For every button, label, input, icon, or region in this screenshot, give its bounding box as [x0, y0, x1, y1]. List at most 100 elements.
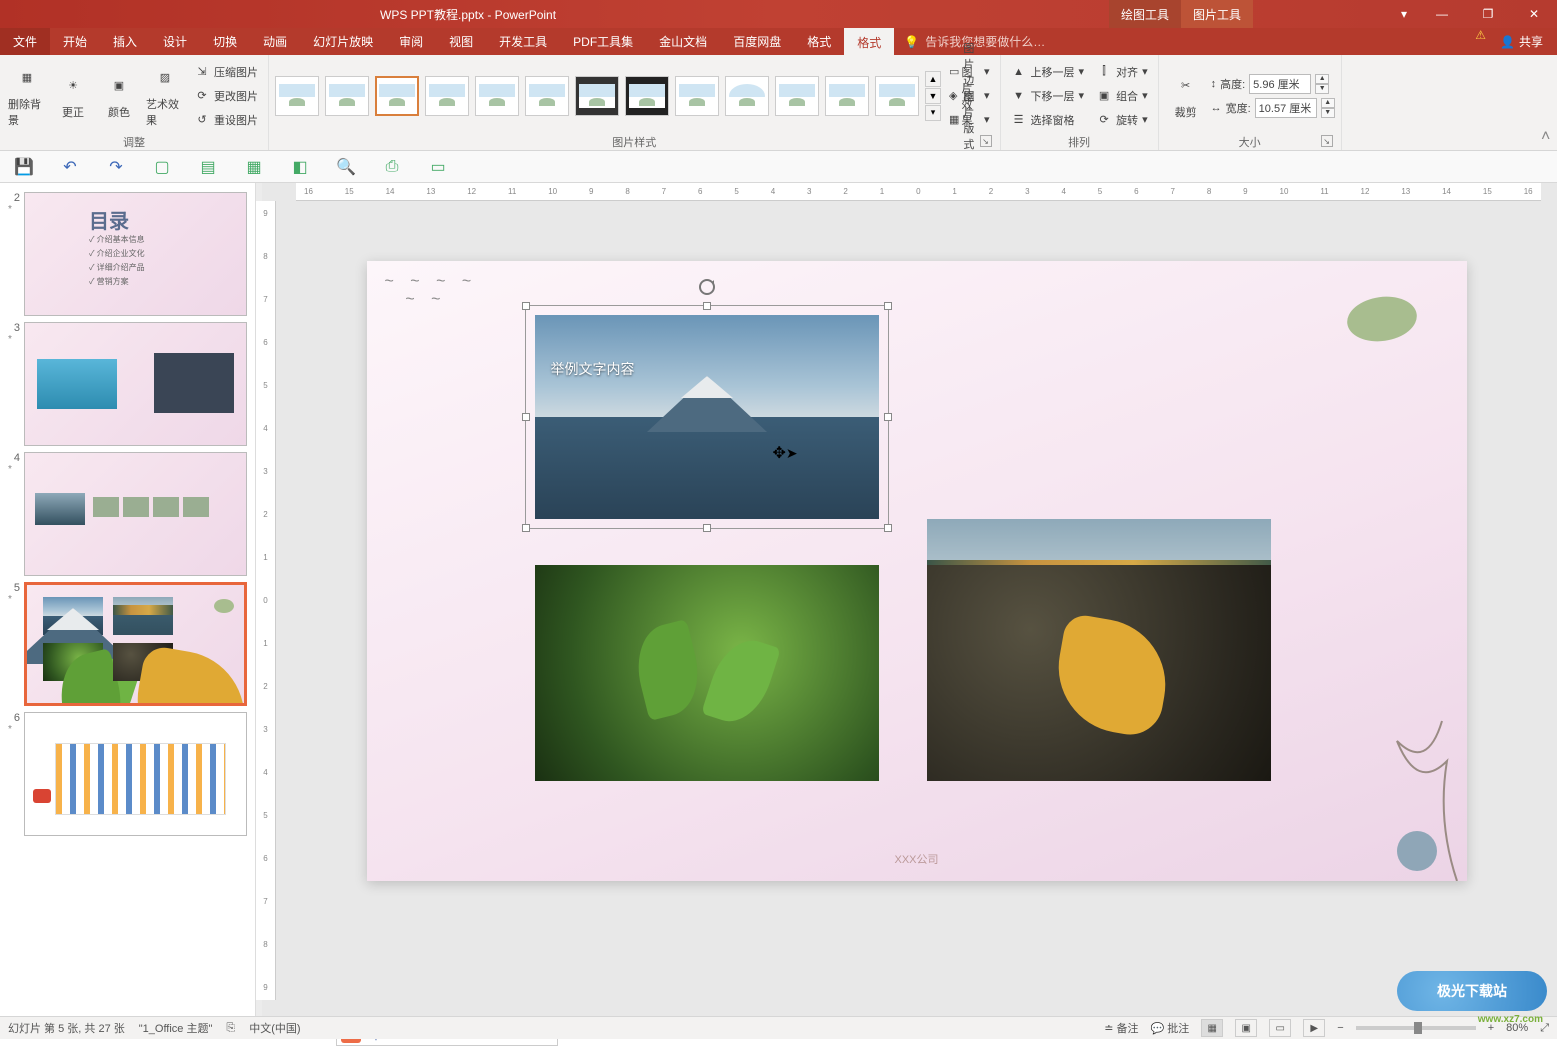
bring-forward-button[interactable]: ▲上移一层▾: [1007, 61, 1089, 83]
collapse-ribbon-button[interactable]: ˄: [1537, 55, 1557, 150]
slide-thumb-2[interactable]: 2* 目录 ✓ 介绍基本信息✓ 介绍企业文化✓ 详细介绍产品✓ 营销方案: [0, 189, 255, 319]
color-button[interactable]: ▣颜色: [98, 68, 140, 124]
rotate-handle[interactable]: [698, 278, 716, 296]
close-button[interactable]: ✕: [1511, 0, 1557, 28]
tab-review[interactable]: 审阅: [386, 28, 436, 55]
slide-thumb-6[interactable]: 6*: [0, 709, 255, 839]
change-picture-button[interactable]: ⟳更改图片: [190, 85, 262, 107]
share-button[interactable]: 👤 共享: [1486, 28, 1557, 55]
picture-layout-button[interactable]: ▦图片版式▾: [945, 109, 994, 131]
send-backward-button[interactable]: ▼下移一层▾: [1007, 85, 1089, 107]
qat-btn-5[interactable]: ▤: [198, 157, 218, 177]
window-controls: ▾ — ❐ ✕: [1389, 0, 1557, 28]
normal-view-button[interactable]: ▦: [1201, 1019, 1223, 1037]
reading-view-button[interactable]: ▭: [1269, 1019, 1291, 1037]
style-item-5[interactable]: [475, 76, 519, 116]
style-item-6[interactable]: [525, 76, 569, 116]
contextual-tabs: 绘图工具 图片工具: [1109, 0, 1253, 28]
tab-jinshan-docs[interactable]: 金山文档: [646, 28, 720, 55]
picture-fuji[interactable]: 举例文字内容 ✥➤: [535, 315, 879, 519]
zoom-out-button[interactable]: −: [1337, 1022, 1343, 1034]
group-adjust: ▦删除背景 ☀更正 ▣颜色 ▨艺术效果 ⇲压缩图片 ⟳更改图片 ↺重设图片 调整: [0, 55, 269, 150]
sorter-view-button[interactable]: ▣: [1235, 1019, 1257, 1037]
remove-background-button[interactable]: ▦删除背景: [6, 60, 48, 132]
tab-developer[interactable]: 开发工具: [486, 28, 560, 55]
qat-btn-10[interactable]: ▭: [428, 157, 448, 177]
corrections-button[interactable]: ☀更正: [52, 68, 94, 124]
tab-pdf-tools[interactable]: PDF工具集: [560, 28, 646, 55]
minimize-button[interactable]: —: [1419, 0, 1465, 28]
notes-button[interactable]: ≐ 备注: [1104, 1020, 1138, 1036]
canvas-viewport[interactable]: ~ ~ ~ ~ ~ ~ 举例文字内容 ✥➤: [276, 201, 1557, 1016]
watermark: 极光下载站 www.xz7.com: [1397, 971, 1547, 1011]
slideshow-view-button[interactable]: ▶: [1303, 1019, 1325, 1037]
style-item-4[interactable]: [425, 76, 469, 116]
restore-button[interactable]: ❐: [1465, 0, 1511, 28]
tab-design[interactable]: 设计: [150, 28, 200, 55]
style-item-12[interactable]: [825, 76, 869, 116]
style-item-3[interactable]: [375, 76, 419, 116]
qat-btn-8[interactable]: 🔍: [336, 157, 356, 177]
selection-pane-button[interactable]: ☰选择窗格: [1007, 109, 1089, 131]
tab-home[interactable]: 开始: [50, 28, 100, 55]
group-button[interactable]: ▣组合▾: [1092, 85, 1152, 107]
tab-animations[interactable]: 动画: [250, 28, 300, 55]
qat-btn-4[interactable]: ▢: [152, 157, 172, 177]
person-icon: 👤: [1500, 35, 1515, 49]
rotate-button[interactable]: ⟳旋转▾: [1092, 109, 1152, 131]
style-item-1[interactable]: [275, 76, 319, 116]
ribbon-tabs: 文件 开始 插入 设计 切换 动画 幻灯片放映 审阅 视图 开发工具 PDF工具…: [0, 28, 1557, 55]
picture-maple-leaf[interactable]: [927, 565, 1271, 781]
artistic-effects-button[interactable]: ▨艺术效果: [144, 60, 186, 132]
picture-green-leaves[interactable]: [535, 565, 879, 781]
width-field[interactable]: ↔宽度:10.57 厘米▲▼: [1211, 97, 1335, 119]
styles-dialog-launcher[interactable]: ↘: [980, 135, 992, 147]
height-field[interactable]: ↕高度:5.96 厘米▲▼: [1211, 73, 1335, 95]
save-button[interactable]: 💾: [14, 157, 34, 177]
tab-format-drawing[interactable]: 格式: [794, 28, 844, 55]
ribbon-options-button[interactable]: ▾: [1389, 0, 1419, 28]
ctx-tab-drawing-tools[interactable]: 绘图工具: [1109, 0, 1181, 28]
ctx-tab-picture-tools[interactable]: 图片工具: [1181, 0, 1253, 28]
qat-btn-9[interactable]: ⎙: [382, 157, 402, 177]
tab-slideshow[interactable]: 幻灯片放映: [300, 28, 386, 55]
style-item-7[interactable]: [575, 76, 619, 116]
slide-canvas[interactable]: ~ ~ ~ ~ ~ ~ 举例文字内容 ✥➤: [367, 261, 1467, 881]
slide-thumbnail-panel[interactable]: 2* 目录 ✓ 介绍基本信息✓ 介绍企业文化✓ 详细介绍产品✓ 营销方案 3* …: [0, 183, 256, 1016]
slide-thumb-4[interactable]: 4*: [0, 449, 255, 579]
tab-insert[interactable]: 插入: [100, 28, 150, 55]
redo-button[interactable]: ↷: [106, 157, 126, 177]
style-item-11[interactable]: [775, 76, 819, 116]
qat-btn-6[interactable]: ▦: [244, 157, 264, 177]
picture-styles-gallery[interactable]: ▲▼▾: [275, 71, 941, 121]
style-item-9[interactable]: [675, 76, 719, 116]
crop-button[interactable]: ✂裁剪: [1165, 68, 1207, 124]
horizontal-ruler[interactable]: 1615141312111098765432101234567891011121…: [296, 183, 1541, 201]
tab-format-picture[interactable]: 格式: [844, 28, 894, 55]
tab-transitions[interactable]: 切换: [200, 28, 250, 55]
zoom-slider[interactable]: [1356, 1026, 1476, 1030]
status-accessibility-icon[interactable]: ⎘: [226, 1022, 235, 1035]
style-item-8[interactable]: [625, 76, 669, 116]
quick-access-toolbar: 💾 ↶ ↷ ▢ ▤ ▦ ◧ 🔍 ⎙ ▭: [0, 151, 1557, 183]
align-button[interactable]: ⫿对齐▾: [1092, 61, 1152, 83]
comments-button[interactable]: 💬 批注: [1151, 1020, 1190, 1036]
slide-thumb-3[interactable]: 3*: [0, 319, 255, 449]
style-item-2[interactable]: [325, 76, 369, 116]
status-language[interactable]: 中文(中国): [249, 1020, 300, 1036]
undo-button[interactable]: ↶: [60, 157, 80, 177]
slide-thumb-5[interactable]: 5*: [0, 579, 255, 709]
compress-pictures-button[interactable]: ⇲压缩图片: [190, 61, 262, 83]
style-item-10[interactable]: [725, 76, 769, 116]
gallery-scroll[interactable]: ▲▼▾: [925, 71, 941, 121]
tab-view[interactable]: 视图: [436, 28, 486, 55]
tab-file[interactable]: 文件: [0, 28, 50, 55]
reset-picture-button[interactable]: ↺重设图片: [190, 109, 262, 131]
qat-btn-7[interactable]: ◧: [290, 157, 310, 177]
warning-icon[interactable]: ⚠: [1475, 28, 1486, 55]
size-dialog-launcher[interactable]: ↘: [1321, 135, 1333, 147]
style-item-13[interactable]: [875, 76, 919, 116]
status-slide-info: 幻灯片 第 5 张, 共 27 张: [8, 1020, 125, 1036]
tab-baidu-netdisk[interactable]: 百度网盘: [720, 28, 794, 55]
vertical-ruler[interactable]: 9876543210123456789: [256, 201, 276, 1000]
